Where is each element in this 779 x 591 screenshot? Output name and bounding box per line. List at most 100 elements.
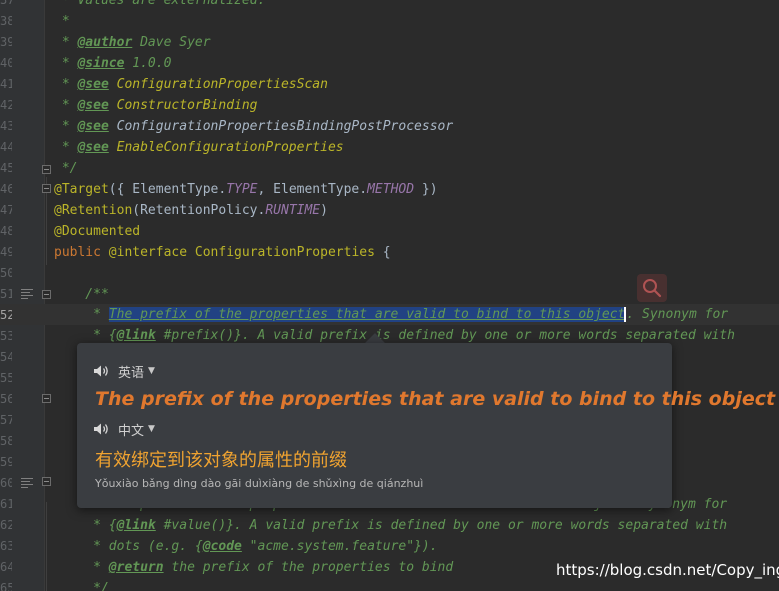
code-line[interactable]: * dots (e.g. {@code "acme.system.feature… xyxy=(54,536,438,557)
line-number[interactable]: 63 xyxy=(0,536,12,557)
speaker-icon[interactable] xyxy=(93,422,109,436)
javadoc-tag: @see xyxy=(77,119,109,134)
code-text: { xyxy=(374,245,391,260)
code-line[interactable]: * @see ConstructorBinding xyxy=(54,95,258,116)
code-text: }) xyxy=(414,182,438,197)
code-line[interactable]: * @see ConfigurationPropertiesScan xyxy=(54,74,328,95)
watermark: https://blog.csdn.net/Copy_ing xyxy=(556,561,779,579)
interface-name: ConfigurationProperties xyxy=(194,245,375,260)
code-line[interactable]: public @interface ConfigurationPropertie… xyxy=(54,242,391,263)
see-reference[interactable]: ConfigurationPropertiesScan xyxy=(117,77,328,92)
comment-text: * xyxy=(54,35,78,50)
code-line[interactable]: @Retention(RetentionPolicy.RUNTIME) xyxy=(54,200,328,221)
fold-marker-icon[interactable] xyxy=(42,290,51,299)
code-line[interactable]: */ xyxy=(54,578,109,591)
target-language-selector[interactable]: 中文 ▼ xyxy=(93,419,155,439)
javadoc-tag: @see xyxy=(77,77,109,92)
line-number[interactable]: 45 xyxy=(0,158,12,179)
comment-text: . Synonym for xyxy=(626,307,729,322)
comment-text: * xyxy=(54,77,78,92)
line-number[interactable]: 54 xyxy=(0,347,12,368)
keyword: public xyxy=(54,245,101,260)
fold-guide xyxy=(46,502,47,591)
comment-text: "acme.system.feature"}). xyxy=(241,539,438,554)
fold-marker-icon[interactable] xyxy=(42,477,51,486)
comment-text: * { xyxy=(54,328,117,343)
code-line[interactable]: */ xyxy=(54,158,78,179)
translate-search-button[interactable] xyxy=(637,274,667,302)
source-language-selector[interactable]: 英语 ▼ xyxy=(93,361,155,381)
fold-marker-icon[interactable] xyxy=(42,184,51,193)
constant: RUNTIME xyxy=(265,203,321,218)
comment-text: * xyxy=(54,98,78,113)
javadoc-tag: @code xyxy=(202,539,242,554)
line-number[interactable]: 59 xyxy=(0,452,12,473)
line-number[interactable]: 50 xyxy=(0,263,12,284)
comment-text: * xyxy=(54,140,78,155)
line-number[interactable]: 56 xyxy=(0,389,12,410)
comment-text: the prefix of the properties to bind xyxy=(163,560,454,575)
code-line-current[interactable]: * The prefix of the properties that are … xyxy=(54,304,728,325)
line-number[interactable]: 55 xyxy=(0,368,12,389)
line-number[interactable]: 57 xyxy=(0,410,12,431)
line-number[interactable]: 44 xyxy=(0,137,12,158)
comment-text: * xyxy=(54,119,78,134)
line-number[interactable]: 52 xyxy=(0,305,12,326)
comment-text: #value()}. A valid prefix is defined by … xyxy=(155,518,728,533)
line-number[interactable]: 39 xyxy=(0,32,12,53)
line-number[interactable]: 51 xyxy=(0,284,12,305)
speaker-icon[interactable] xyxy=(93,364,109,378)
constant: METHOD xyxy=(367,182,415,197)
line-number[interactable]: 53 xyxy=(0,326,12,347)
constant: TYPE xyxy=(226,182,258,197)
see-reference[interactable]: ConfigurationPropertiesBindingPostProces… xyxy=(109,119,454,134)
line-number[interactable]: 41 xyxy=(0,74,12,95)
line-number[interactable]: 42 xyxy=(0,95,12,116)
code-line[interactable]: * Values are externalized. xyxy=(54,0,266,11)
see-reference[interactable]: EnableConfigurationProperties xyxy=(117,140,344,155)
line-number[interactable]: 49 xyxy=(0,242,12,263)
line-number[interactable]: 46 xyxy=(0,179,12,200)
fold-marker-icon[interactable] xyxy=(42,165,51,174)
line-number[interactable]: 62 xyxy=(0,515,12,536)
pinyin-text: Yǒuxiào bǎng dìng dào gāi duìxiàng de sh… xyxy=(95,477,424,490)
code-line[interactable]: * @see EnableConfigurationProperties xyxy=(54,137,344,158)
line-number[interactable]: 48 xyxy=(0,221,12,242)
see-reference[interactable]: ConstructorBinding xyxy=(117,98,258,113)
code-line[interactable]: /** xyxy=(54,284,109,305)
dropdown-caret-icon: ▼ xyxy=(148,366,155,376)
code-line[interactable]: * @return the prefix of the properties t… xyxy=(54,557,453,578)
comment-text: * { xyxy=(54,518,117,533)
javadoc-tag: @link xyxy=(116,518,156,533)
code-line[interactable]: * @see ConfigurationPropertiesBindingPos… xyxy=(54,116,453,137)
comment-text: 1.0.0 xyxy=(124,56,172,71)
code-text: , ElementType. xyxy=(257,182,368,197)
annotation: @interface xyxy=(108,245,188,260)
annotation: @Retention xyxy=(54,203,133,218)
code-line[interactable]: * xyxy=(54,11,70,32)
fold-marker-icon[interactable] xyxy=(42,394,51,403)
code-line[interactable]: * @since 1.0.0 xyxy=(54,53,172,74)
code-line[interactable]: @Target({ ElementType.TYPE, ElementType.… xyxy=(54,179,438,200)
line-number[interactable]: 58 xyxy=(0,431,12,452)
code-line[interactable]: * {@link #value()}. A valid prefix is de… xyxy=(54,515,727,536)
line-number[interactable]: 38 xyxy=(0,11,12,32)
line-number[interactable]: 40 xyxy=(0,53,12,74)
javadoc-tag: @link xyxy=(116,328,156,343)
line-number[interactable]: 61 xyxy=(0,494,12,515)
line-number[interactable]: 65 xyxy=(0,578,12,591)
code-line[interactable]: @Documented xyxy=(54,221,140,242)
target-language-label: 中文 xyxy=(118,423,145,439)
doc-comment-icon[interactable] xyxy=(21,289,33,299)
line-number[interactable]: 64 xyxy=(0,557,12,578)
selected-text[interactable]: The prefix of the properties that are va… xyxy=(108,307,626,322)
comment-text: * Values are externalized. xyxy=(54,0,266,8)
doc-comment-icon[interactable] xyxy=(21,478,33,488)
line-number[interactable]: 60 xyxy=(0,473,12,494)
line-number[interactable]: 47 xyxy=(0,200,12,221)
comment-text: Dave Syer xyxy=(132,35,211,50)
code-line[interactable]: * @author Dave Syer xyxy=(54,32,211,53)
line-number[interactable]: 43 xyxy=(0,116,12,137)
javadoc-tag: @return xyxy=(108,560,164,575)
line-number[interactable]: 37 xyxy=(0,0,12,11)
